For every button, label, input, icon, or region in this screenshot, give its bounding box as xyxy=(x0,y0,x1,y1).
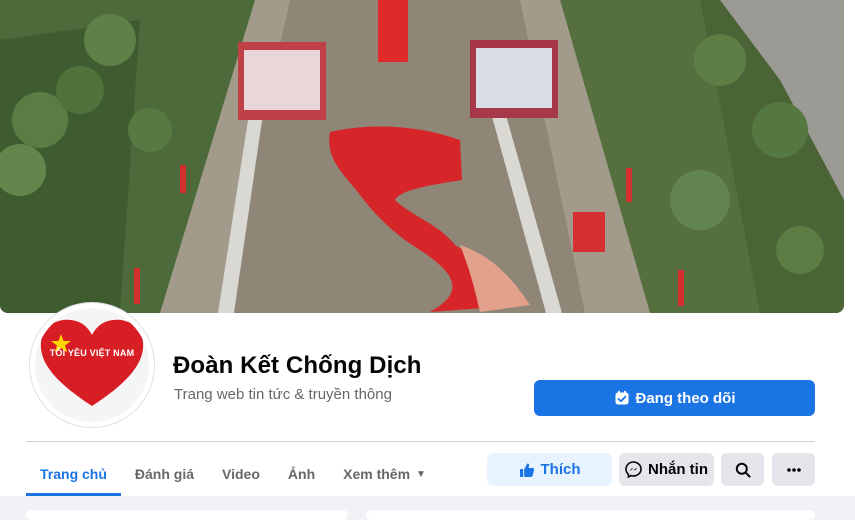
page-avatar[interactable]: TÔI YÊU VIỆT NAM xyxy=(30,303,154,427)
tab-video[interactable]: Video xyxy=(208,452,274,496)
tab-photos[interactable]: Ảnh xyxy=(274,452,329,496)
tab-home-label: Trang chủ xyxy=(40,466,107,482)
following-button-label: Đang theo dõi xyxy=(635,389,736,407)
header-divider xyxy=(26,441,815,442)
tab-reviews[interactable]: Đánh giá xyxy=(121,452,208,496)
messenger-icon xyxy=(625,461,642,478)
tab-more-label: Xem thêm xyxy=(343,466,411,482)
thumbs-up-icon xyxy=(519,462,535,478)
cover-edge xyxy=(844,0,855,313)
page-category: Trang web tin tức & truyền thông xyxy=(174,386,392,403)
more-dots-icon xyxy=(786,467,802,473)
search-icon xyxy=(735,462,751,478)
following-button[interactable]: Đang theo dõi xyxy=(534,380,815,416)
message-button[interactable]: Nhắn tin xyxy=(619,453,714,486)
like-button[interactable]: Thích xyxy=(487,453,612,486)
like-button-label: Thích xyxy=(540,461,581,478)
feed-card xyxy=(366,510,815,520)
tab-more[interactable]: Xem thêm ▼ xyxy=(329,452,440,496)
cover-photo[interactable] xyxy=(0,0,844,313)
heart-logo-icon xyxy=(40,319,144,406)
page-tabs: Trang chủ Đánh giá Video Ảnh Xem thêm ▼ xyxy=(26,452,440,496)
tab-reviews-label: Đánh giá xyxy=(134,466,195,482)
more-options-button[interactable] xyxy=(772,453,815,486)
caret-down-icon: ▼ xyxy=(416,468,426,480)
avatar-image: TÔI YÊU VIỆT NAM xyxy=(35,308,149,422)
page-title: Đoàn Kết Chống Dịch xyxy=(173,352,422,379)
search-button[interactable] xyxy=(721,453,764,486)
intro-card xyxy=(26,510,348,520)
page-header: TÔI YÊU VIỆT NAM Đoàn Kết Chống Dịch Tra… xyxy=(0,0,855,496)
check-badge-icon xyxy=(614,390,630,406)
tab-photos-label: Ảnh xyxy=(287,466,316,482)
tab-home[interactable]: Trang chủ xyxy=(26,452,121,496)
avatar-logo-text: TÔI YÊU VIỆT NAM xyxy=(49,348,135,358)
tab-video-label: Video xyxy=(222,466,260,482)
message-button-label: Nhắn tin xyxy=(648,461,708,478)
